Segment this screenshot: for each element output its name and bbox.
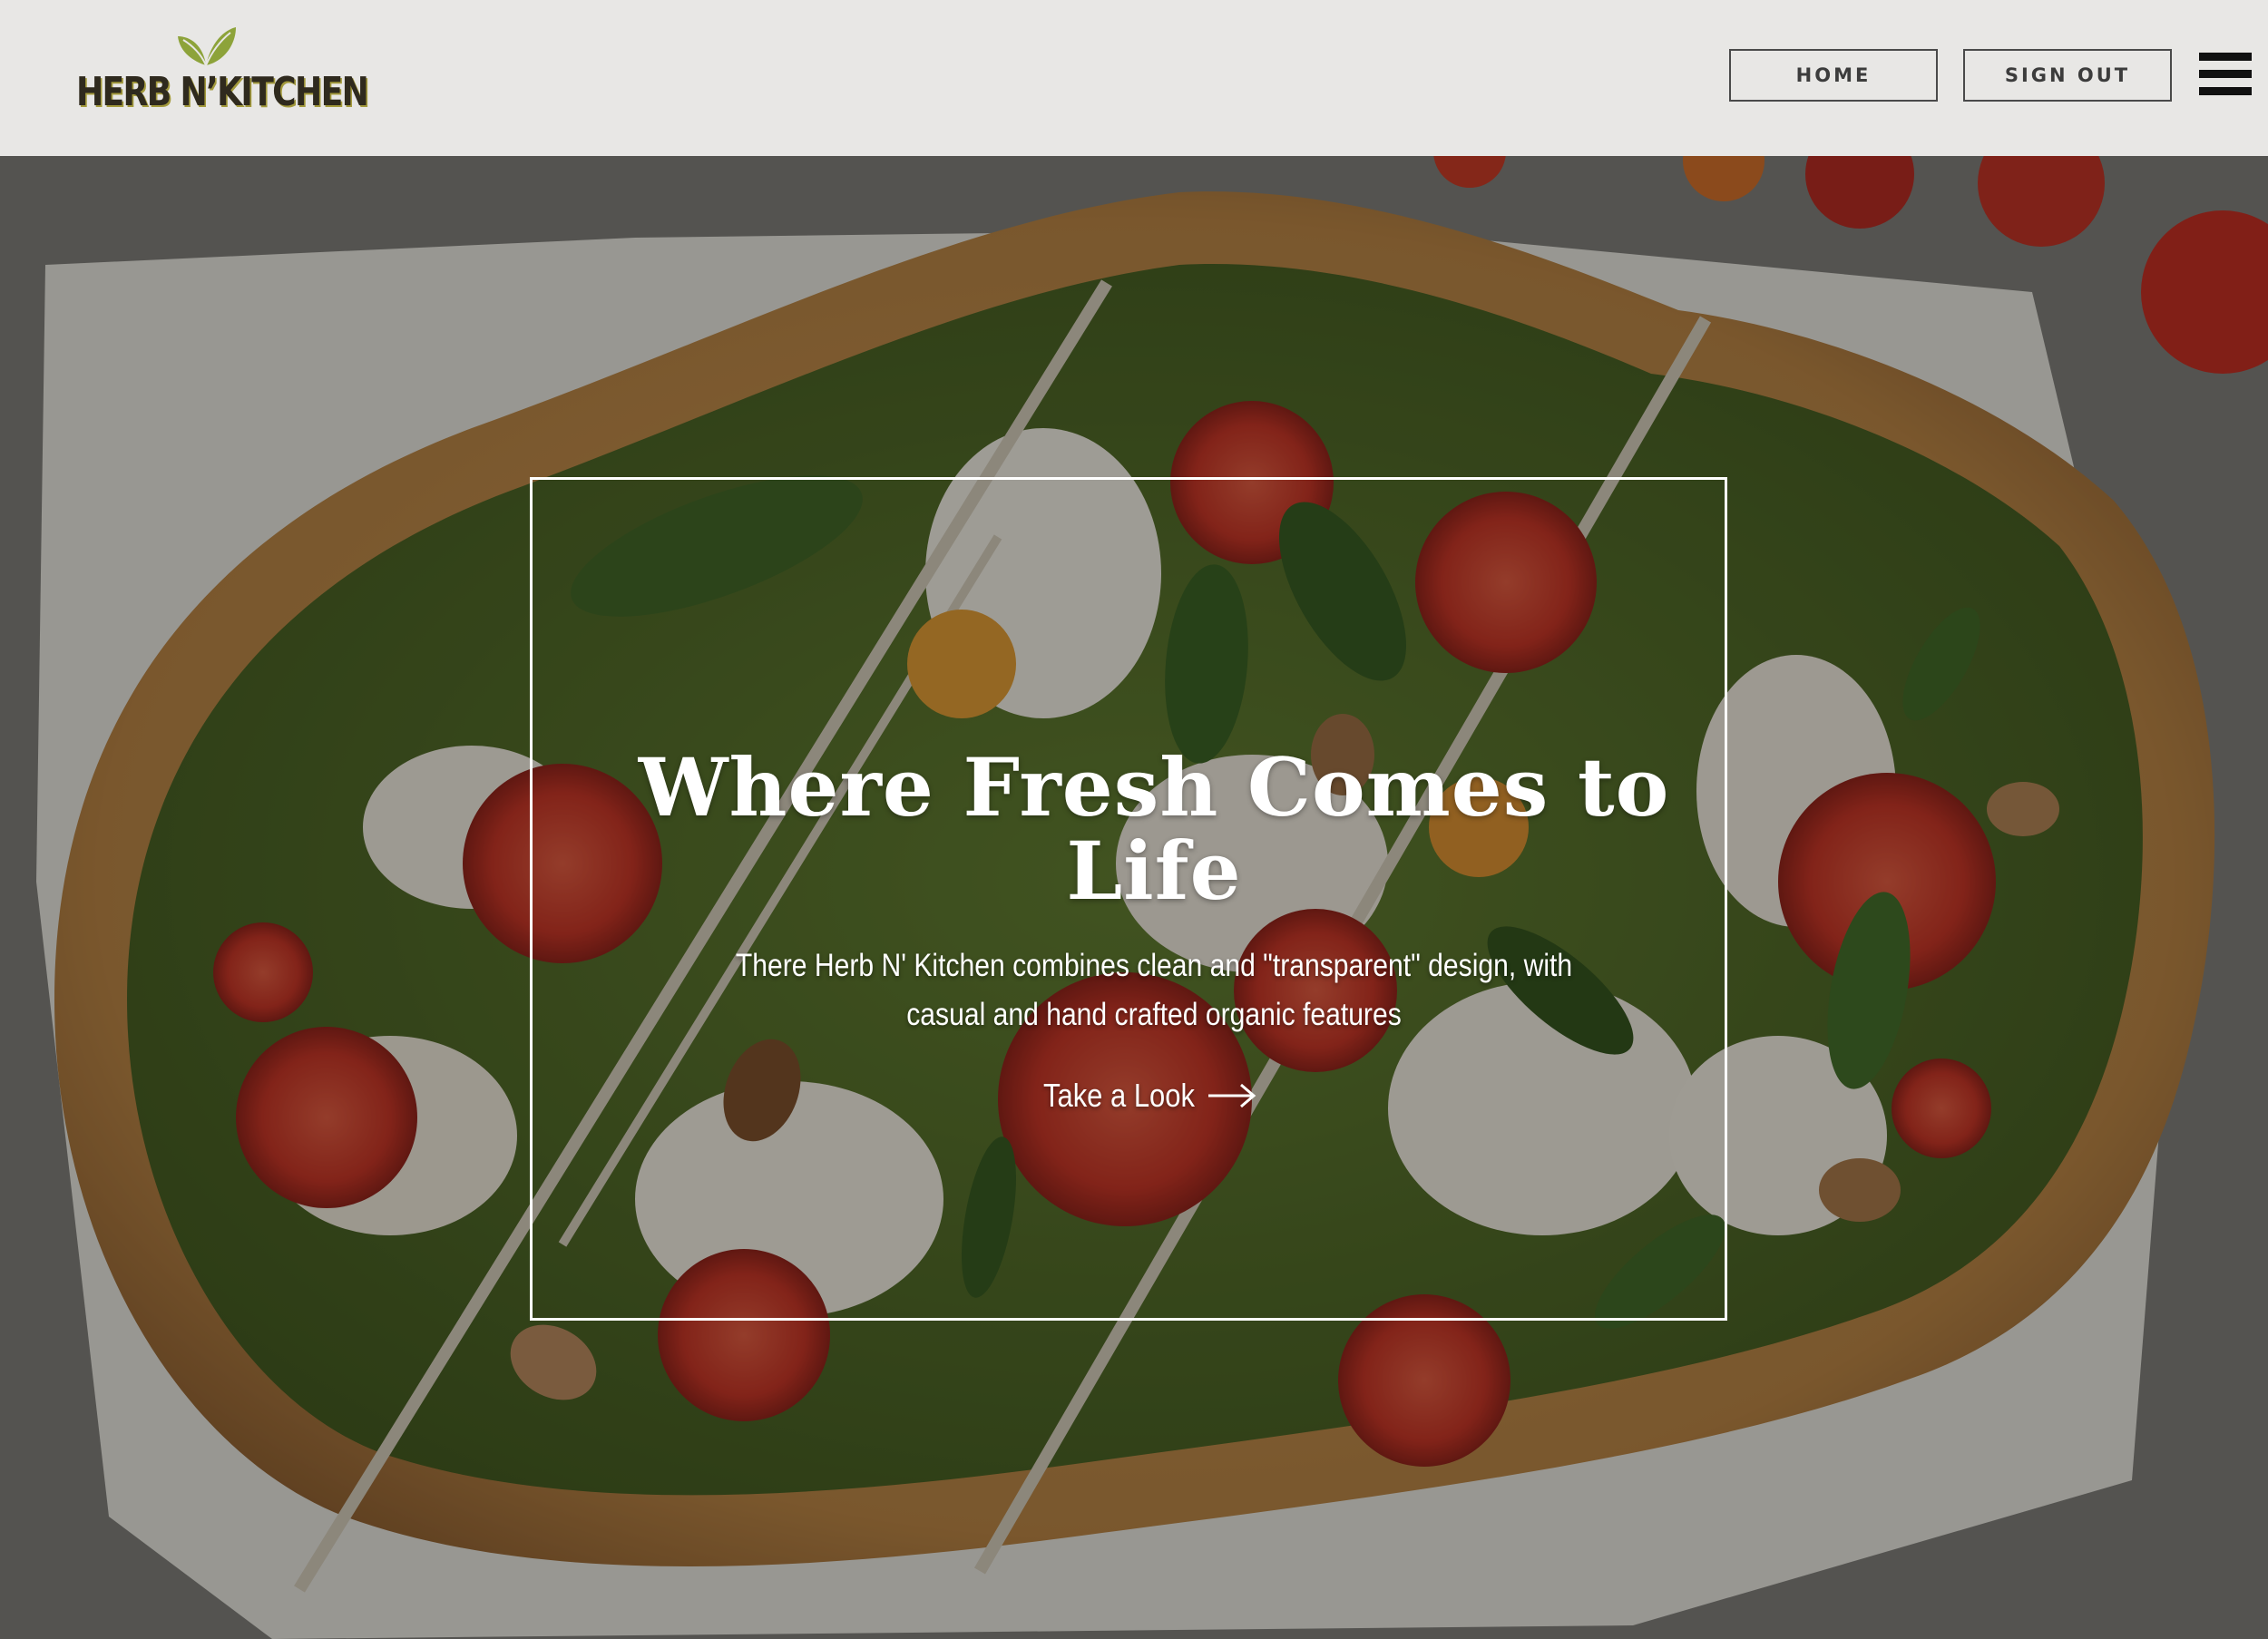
home-button[interactable]: HOME <box>1729 49 1938 102</box>
hamburger-menu-icon[interactable] <box>2199 51 2252 98</box>
leaf-icon <box>178 27 236 66</box>
hamburger-bar <box>2199 87 2252 95</box>
take-a-look-link[interactable]: Take a Look <box>1043 1068 1261 1123</box>
sign-out-button[interactable]: SIGN OUT <box>1963 49 2172 102</box>
brand-logo-text: HERB N’KITCHEN <box>76 69 369 115</box>
hamburger-bar <box>2199 70 2252 78</box>
hero-subtitle: There Herb N' Kitchen combines clean and… <box>735 948 1573 1032</box>
hero-section: Where Fresh Comes to Life There Herb N' … <box>0 156 2268 1639</box>
page: HERB N’KITCHEN HOME SIGN OUT Where Fresh… <box>0 0 2268 1639</box>
brand-logo[interactable]: HERB N’KITCHEN <box>76 24 369 123</box>
arrow-right-icon <box>1208 1083 1256 1108</box>
hero-title: Where Fresh Comes to Life <box>638 740 1670 918</box>
site-header: HERB N’KITCHEN HOME SIGN OUT <box>0 0 2268 156</box>
hamburger-bar <box>2199 53 2252 61</box>
take-a-look-label: Take a Look <box>1043 1077 1195 1114</box>
